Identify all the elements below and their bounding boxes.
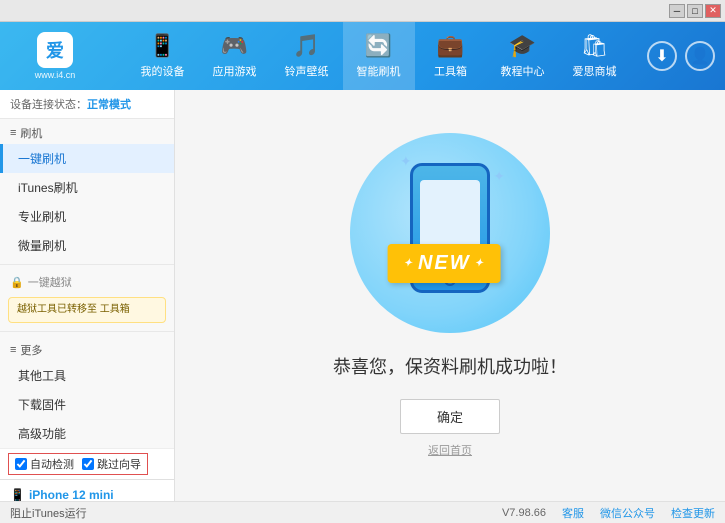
device-status-bar: 设备连接状态：正常模式 — [0, 90, 174, 119]
sidebar-divider-1 — [0, 264, 174, 265]
flash-section: ≡ 刷机 一键刷机 iTunes刷机 专业刷机 微量刷机 — [0, 119, 174, 260]
logo-url: www.i4.cn — [35, 70, 76, 80]
device-icon: 📱 — [10, 488, 25, 501]
more-section-title: 更多 — [20, 342, 42, 358]
auto-detect-label: 自动检测 — [30, 456, 74, 472]
nav-bar: 📱 我的设备 🎮 应用游戏 🎵 铃声壁纸 🔄 智能刷机 💼 工具箱 🎓 教程中心… — [110, 22, 647, 90]
jailbreak-section: 🔒 一键越狱 越狱工具已转移至 工具箱 — [0, 269, 174, 327]
flash-section-icon: ≡ — [10, 127, 16, 139]
app-games-icon: 🎮 — [221, 33, 248, 59]
jailbreak-label: 一键越狱 — [28, 274, 72, 290]
nav-smart-flash[interactable]: 🔄 智能刷机 — [343, 22, 415, 90]
main-content: ✦ ✦ ✦ NEW 恭喜您，保资料刷机成功啦！ 确定 返回首页 — [175, 90, 725, 501]
nav-tutorial[interactable]: 🎓 教程中心 — [487, 22, 559, 90]
checkbox-container: 自动检测 跳过向导 — [0, 448, 174, 479]
nav-my-device-label: 我的设备 — [141, 63, 185, 79]
success-message: 恭喜您，保资料刷机成功啦！ — [333, 353, 567, 379]
device-name: 📱 iPhone 12 mini — [10, 488, 164, 501]
wallpaper-icon: 🎵 — [293, 33, 320, 59]
sidebar: 设备连接状态：正常模式 ≡ 刷机 一键刷机 iTunes刷机 专业刷机 微量刷机… — [0, 90, 175, 501]
bottom-bar: 阻止iTunes运行 V7.98.66 客服 微信公众号 检查更新 — [0, 501, 725, 523]
header-right-controls: ⬇ 👤 — [647, 41, 715, 71]
skip-wizard-input[interactable] — [82, 458, 94, 470]
customer-service-link[interactable]: 客服 — [562, 505, 584, 521]
jailbreak-warning: 越狱工具已转移至 工具箱 — [8, 297, 166, 323]
main-area: 设备连接状态：正常模式 ≡ 刷机 一键刷机 iTunes刷机 专业刷机 微量刷机… — [0, 90, 725, 501]
sidebar-item-other-tools[interactable]: 其他工具 — [0, 361, 174, 390]
tutorial-icon: 🎓 — [509, 33, 536, 59]
maximize-button[interactable]: □ — [687, 4, 703, 18]
return-home-link[interactable]: 返回首页 — [428, 442, 472, 458]
logo[interactable]: 爱 www.i4.cn — [10, 31, 100, 81]
flash-section-title: 刷机 — [20, 125, 42, 141]
new-badge: NEW — [388, 244, 501, 283]
sidebar-divider-2 — [0, 331, 174, 332]
nav-wallpaper-label: 铃声壁纸 — [285, 63, 329, 79]
header: 爱 www.i4.cn 📱 我的设备 🎮 应用游戏 🎵 铃声壁纸 🔄 智能刷机 … — [0, 22, 725, 90]
status-label: 设备连接状态： — [10, 99, 87, 111]
nav-tutorial-label: 教程中心 — [501, 63, 545, 79]
check-update-link[interactable]: 检查更新 — [671, 505, 715, 521]
confirm-button[interactable]: 确定 — [400, 399, 500, 434]
window-controls: ─ □ ✕ — [669, 4, 721, 18]
nav-smart-flash-label: 智能刷机 — [357, 63, 401, 79]
bottom-right: V7.98.66 客服 微信公众号 检查更新 — [502, 505, 715, 521]
itunes-action[interactable]: 阻止iTunes运行 — [10, 505, 87, 521]
skip-wizard-label: 跳过向导 — [97, 456, 141, 472]
skip-wizard-checkbox[interactable]: 跳过向导 — [82, 456, 141, 472]
flash-section-header: ≡ 刷机 — [0, 119, 174, 144]
wechat-link[interactable]: 微信公众号 — [600, 505, 655, 521]
nav-shop-label: 爱思商城 — [573, 63, 617, 79]
sidebar-item-dfu-flash[interactable]: 微量刷机 — [0, 231, 174, 260]
logo-icon: 爱 — [37, 32, 73, 68]
user-button[interactable]: 👤 — [685, 41, 715, 71]
more-section-icon: ≡ — [10, 344, 16, 356]
device-name-text: iPhone 12 mini — [29, 488, 114, 501]
checkbox-border: 自动检测 跳过向导 — [8, 453, 148, 475]
nav-app-games[interactable]: 🎮 应用游戏 — [199, 22, 271, 90]
jailbreak-section-title: 🔒 一键越狱 — [0, 269, 174, 293]
shop-icon: 🛍 — [581, 33, 609, 59]
toolbox-icon: 💼 — [437, 33, 464, 59]
minimize-button[interactable]: ─ — [669, 4, 685, 18]
success-illustration: ✦ ✦ ✦ NEW — [350, 133, 550, 333]
sidebar-item-one-click-flash[interactable]: 一键刷机 — [0, 144, 174, 173]
sidebar-item-pro-flash[interactable]: 专业刷机 — [0, 202, 174, 231]
auto-detect-checkbox[interactable]: 自动检测 — [15, 456, 74, 472]
auto-detect-input[interactable] — [15, 458, 27, 470]
sidebar-item-download-firmware[interactable]: 下载固件 — [0, 390, 174, 419]
nav-toolbox[interactable]: 💼 工具箱 — [415, 22, 487, 90]
nav-shop[interactable]: 🛍 爱思商城 — [559, 22, 631, 90]
my-device-icon: 📱 — [149, 33, 176, 59]
lock-icon: 🔒 — [10, 276, 24, 289]
sidebar-item-advanced[interactable]: 高级功能 — [0, 419, 174, 448]
more-section: ≡ 更多 其他工具 下载固件 高级功能 — [0, 336, 174, 448]
download-button[interactable]: ⬇ — [647, 41, 677, 71]
star-2: ✦ — [493, 168, 505, 185]
version-label: V7.98.66 — [502, 507, 546, 519]
bottom-left: 阻止iTunes运行 — [10, 505, 502, 521]
title-bar: ─ □ ✕ — [0, 0, 725, 22]
nav-app-games-label: 应用游戏 — [213, 63, 257, 79]
nav-my-device[interactable]: 📱 我的设备 — [127, 22, 199, 90]
smart-flash-icon: 🔄 — [365, 33, 392, 59]
close-button[interactable]: ✕ — [705, 4, 721, 18]
sidebar-item-itunes-flash[interactable]: iTunes刷机 — [0, 173, 174, 202]
star-1: ✦ — [400, 153, 412, 170]
device-info: 📱 iPhone 12 mini 64GB Down-12mini-13,1 — [0, 479, 174, 501]
nav-toolbox-label: 工具箱 — [434, 63, 467, 79]
nav-wallpaper[interactable]: 🎵 铃声壁纸 — [271, 22, 343, 90]
status-value: 正常模式 — [87, 99, 131, 111]
more-section-header: ≡ 更多 — [0, 336, 174, 361]
